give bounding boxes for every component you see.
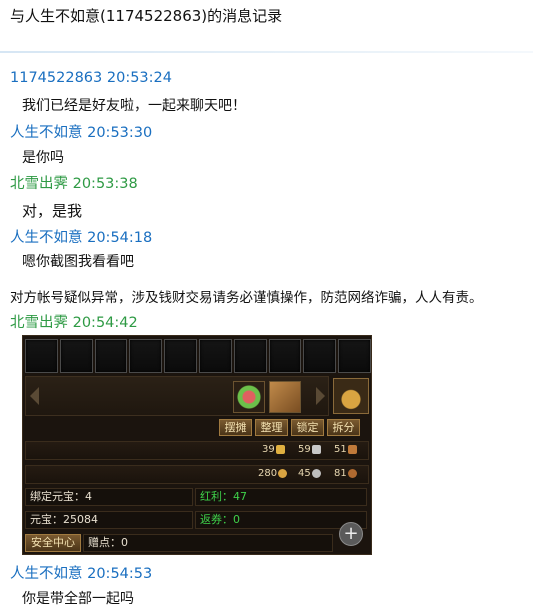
message-time: 20:53:30	[87, 125, 153, 141]
currency-value: 45	[298, 468, 321, 479]
message-time: 20:54:18	[87, 230, 153, 246]
message-text: 对，是我	[22, 202, 83, 220]
arrow-left-icon	[30, 387, 39, 405]
inventory-slot	[303, 339, 337, 373]
safe-center-button: 安全中心	[25, 534, 81, 552]
gold-coin-icon	[278, 468, 288, 478]
gem-item-icon	[233, 381, 265, 413]
message-text: 你是带全部一起吗	[22, 591, 134, 607]
message-time: 20:53:24	[106, 70, 172, 86]
currency-value: 39	[262, 444, 285, 455]
arrow-right-icon	[316, 387, 325, 405]
game-inventory-screenshot[interactable]: 摆摊 整理 锁定 拆分 39 59 51 280 45 81 绑定元宝：4 红利…	[22, 335, 372, 555]
message-header: 1174522863 20:53:24	[10, 70, 172, 86]
title-divider	[0, 51, 533, 53]
title-bar: 与人生不如意(1174522863)的消息记录	[0, 0, 533, 53]
inventory-slot	[25, 339, 58, 373]
sender-name[interactable]: 人生不如意	[10, 125, 83, 141]
inventory-slot	[94, 339, 128, 373]
silver-ingot-icon	[311, 444, 321, 454]
inventory-slot	[198, 339, 232, 373]
plus-icon: +	[339, 522, 363, 546]
inventory-slot	[164, 339, 197, 373]
message-text: 我们已经是好友啦，一起来聊天吧！	[22, 98, 246, 114]
yuanbao-stat: 元宝：25084	[25, 511, 193, 529]
message-header: 人生不如意 20:54:53	[10, 562, 152, 583]
currency-value: 81	[334, 468, 357, 479]
currency-value: 51	[334, 444, 357, 455]
bonus-stat: 红利：47	[195, 488, 367, 506]
message-text: 是你吗	[22, 150, 64, 166]
inventory-slot	[233, 339, 267, 373]
points-stat: 赠点：0	[83, 534, 333, 552]
message-header: 北雪出霁 20:53:38	[10, 172, 138, 193]
inventory-slot	[129, 339, 163, 373]
silver-coin-icon	[311, 468, 321, 478]
coin-currency-bar: 280 45 81	[25, 465, 369, 484]
currency-value: 59	[298, 444, 321, 455]
message-time: 20:54:53	[87, 566, 153, 582]
currency-value: 280	[258, 468, 288, 479]
sort-button: 整理	[255, 419, 288, 436]
gold-ingot-icon	[275, 444, 285, 454]
box-item-icon	[269, 381, 301, 413]
bound-yuanbao-stat: 绑定元宝：4	[25, 488, 193, 506]
lock-button: 锁定	[291, 419, 324, 436]
game-button-row: 摆摊 整理 锁定 拆分	[219, 419, 360, 436]
inventory-slot-row	[25, 339, 371, 373]
message-header: 人生不如意 20:53:30	[10, 121, 152, 142]
message-text: 嗯你截图我看看吧	[22, 254, 134, 270]
ingot-currency-bar: 39 59 51	[25, 441, 369, 460]
inventory-slot	[338, 339, 371, 373]
sender-name[interactable]: 人生不如意	[10, 230, 83, 246]
sender-name[interactable]: 人生不如意	[10, 566, 83, 582]
message-header: 北雪出霁 20:54:42	[10, 311, 138, 332]
copper-coin-icon	[347, 468, 357, 478]
system-notice: 对方帐号疑似异常，涉及钱财交易请务必谨慎操作，防范网络诈骗，人人有责。	[10, 290, 483, 306]
sender-name[interactable]: 1174522863	[10, 70, 102, 86]
inventory-slot	[59, 339, 93, 373]
message-time: 20:53:38	[72, 176, 138, 192]
inventory-slot	[268, 339, 302, 373]
sender-name[interactable]: 北雪出霁	[10, 176, 68, 192]
money-bag-icon	[333, 378, 369, 414]
copper-ingot-icon	[347, 444, 357, 454]
message-time: 20:54:42	[72, 315, 138, 331]
window-title: 与人生不如意(1174522863)的消息记录	[10, 7, 283, 25]
sender-name[interactable]: 北雪出霁	[10, 315, 68, 331]
split-button: 拆分	[327, 419, 360, 436]
message-header: 人生不如意 20:54:18	[10, 226, 152, 247]
stall-button: 摆摊	[219, 419, 252, 436]
